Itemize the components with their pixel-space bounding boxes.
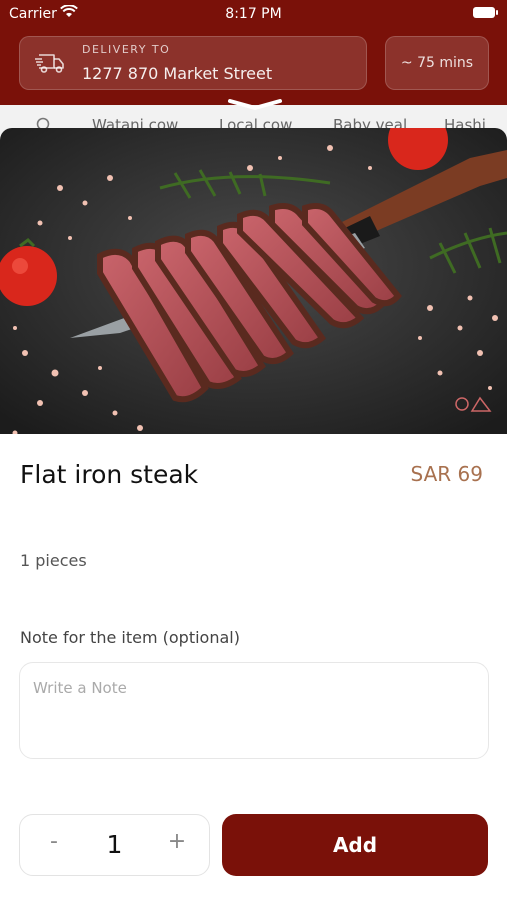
product-sheet: Flat iron steak SAR 69 1 pieces Note for… <box>0 128 507 900</box>
header: Carrier 8:17 PM DELIVERY TO 1277 870 Mar… <box>0 0 507 105</box>
product-photo <box>0 128 507 434</box>
delivery-label: DELIVERY TO <box>82 43 171 56</box>
note-input[interactable] <box>19 662 489 759</box>
delivery-address: 1277 870 Market Street <box>82 64 273 83</box>
product-title: Flat iron steak <box>20 460 199 489</box>
delivery-address-button[interactable]: DELIVERY TO 1277 870 Market Street <box>19 36 367 90</box>
eta-badge[interactable]: ~ 75 mins <box>385 36 489 90</box>
status-bar: Carrier 8:17 PM <box>0 0 507 30</box>
add-button[interactable]: Add <box>222 814 488 876</box>
product-pieces: 1 pieces <box>20 551 87 570</box>
increase-button[interactable]: + <box>165 829 189 859</box>
note-label: Note for the item (optional) <box>20 628 240 647</box>
quantity-stepper: - 1 + <box>19 814 210 876</box>
clock: 8:17 PM <box>225 6 282 22</box>
truck-icon <box>35 54 64 73</box>
product-price: SAR 69 <box>410 462 483 486</box>
chevron-down-icon[interactable] <box>227 97 283 111</box>
battery-icon <box>473 7 498 18</box>
